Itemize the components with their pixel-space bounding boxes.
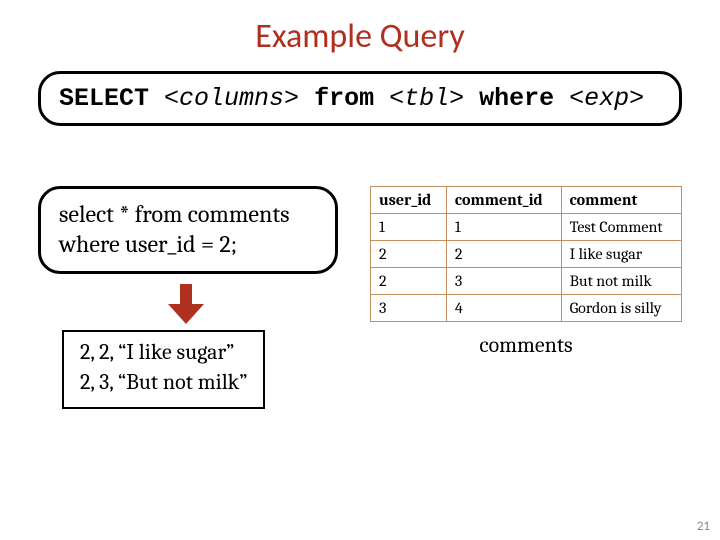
col-user-id: user_id xyxy=(371,187,447,214)
down-arrow-icon xyxy=(168,284,338,324)
table-row: 2 2 I like sugar xyxy=(371,241,682,268)
col-comment: comment xyxy=(561,187,681,214)
query-line-1: select * from comments xyxy=(59,199,317,229)
syntax-exp: <exp> xyxy=(569,84,644,113)
page-number: 21 xyxy=(697,519,710,534)
result-line-2: 2, 3, “But not milk” xyxy=(80,368,247,398)
slide-title: Example Query xyxy=(38,16,682,57)
result-line-1: 2, 2, “I like sugar” xyxy=(80,338,247,368)
table-row: 1 1 Test Comment xyxy=(371,214,682,241)
syntax-from: from xyxy=(314,84,374,113)
table-caption: comments xyxy=(370,332,682,358)
example-query-box: select * from comments where user_id = 2… xyxy=(38,186,338,274)
syntax-where: where xyxy=(479,84,554,113)
syntax-template-box: SELECT <columns> from <tbl> where <exp> xyxy=(38,71,682,126)
query-line-2: where user_id = 2; xyxy=(59,229,317,259)
syntax-tbl: <tbl> xyxy=(389,84,464,113)
syntax-columns: <columns> xyxy=(164,84,299,113)
syntax-select: SELECT xyxy=(59,84,149,113)
comments-table: user_id comment_id comment 1 1 Test Comm… xyxy=(370,186,682,322)
table-row: 3 4 Gordon is silly xyxy=(371,295,682,322)
comments-table-wrap: user_id comment_id comment 1 1 Test Comm… xyxy=(370,186,682,358)
col-comment-id: comment_id xyxy=(446,187,561,214)
query-result-box: 2, 2, “I like sugar” 2, 3, “But not milk… xyxy=(62,330,265,409)
table-header-row: user_id comment_id comment xyxy=(371,187,682,214)
table-row: 2 3 But not milk xyxy=(371,268,682,295)
